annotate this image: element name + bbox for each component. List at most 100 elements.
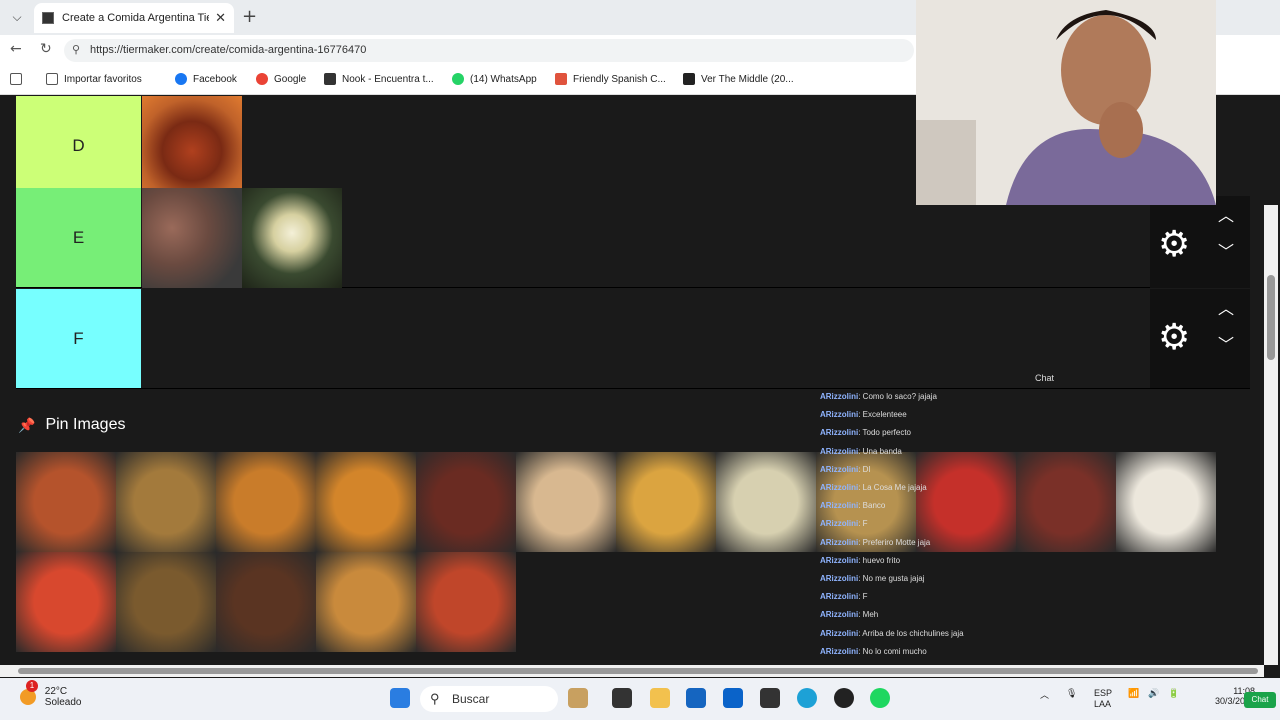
pin-image-fried-chicken[interactable] [216,452,316,552]
pin-image-gnocchi-basil[interactable] [16,552,116,652]
tier-label-f[interactable]: F [16,289,141,388]
chat-message: ARizzolini: F [820,519,868,528]
chat-username: ARizzolini [820,574,859,583]
bookmark-whatsapp[interactable]: (14) WhatsApp [452,73,537,85]
store-icon[interactable] [686,688,706,708]
reading-list-icon[interactable] [10,73,28,85]
tray-chevron-icon[interactable]: ︿ [1040,688,1049,701]
gear-icon[interactable]: ⚙ [1158,317,1190,358]
pin-images-heading: 📌 Pin Images [18,416,126,433]
chat-button[interactable]: Chat [1244,692,1276,708]
chevron-up-icon[interactable]: ︿ [1218,295,1234,319]
wifi-icon[interactable]: 📶 [1128,688,1139,699]
chat-text: : huevo frito [858,555,901,565]
chat-message: ARizzolini: Arriba de los chichulines ja… [820,629,964,638]
bookmark-the-middle[interactable]: Ver The Middle (20... [683,73,794,85]
edge-icon[interactable] [797,688,817,708]
chat-message: ARizzolini: Una banda [820,447,902,456]
search-icon: ⚲ [430,691,440,706]
tier-settings-f: ⚙ ︿ ﹀ [1150,289,1250,388]
chevron-down-icon[interactable]: ﹀ [1218,238,1234,262]
bookmark-nook[interactable]: Nook - Encuentra t... [324,73,434,85]
chat-text: : Una banda [858,446,902,456]
tier-item-grilled-sweetbreads[interactable] [142,188,242,288]
tiermaker-favicon-icon [42,12,54,24]
pin-image-empanadas[interactable] [316,552,416,652]
tier-row-f: F ⚙ ︿ ﹀ [16,289,1250,389]
tab-active[interactable]: Create a Comida Argentina Tier Li ✕ [34,3,234,33]
pin-image-spaghetti[interactable] [116,552,216,652]
tier-label-d[interactable]: D [16,96,141,195]
vertical-scrollbar[interactable] [1264,205,1278,665]
weather-temp: 22°C [44,686,68,697]
address-bar[interactable]: ⚲ https://tiermaker.com/create/comida-ar… [64,39,914,62]
bookmark-google[interactable]: Google [256,73,306,85]
pin-image-pizza-slices[interactable] [16,452,116,552]
pin-image-milanesa-fries[interactable] [116,452,216,552]
reload-icon[interactable]: ↻ [40,41,52,57]
horizontal-scrollbar[interactable] [0,665,1264,677]
webcam-overlay [916,0,1216,205]
microphone-icon[interactable]: 🎙 [1066,688,1077,699]
gear-icon[interactable]: ⚙ [1158,224,1190,265]
chevron-up-icon[interactable]: ︿ [1218,202,1234,226]
close-tab-icon[interactable]: ✕ [215,10,226,26]
chat-text: : F [858,592,868,602]
chat-message: ARizzolini: No lo comi mucho [820,647,927,656]
pin-image-beef-steak[interactable] [216,552,316,652]
pin-image-soup-bowl[interactable] [716,452,816,552]
chat-username: ARizzolini [820,646,859,656]
bookmark-facebook[interactable]: Facebook [175,73,237,85]
scroll-thumb[interactable] [1267,275,1275,360]
tier-label-e[interactable]: E [16,188,141,287]
chat-username: ARizzolini [820,446,859,456]
tier-item-stew[interactable] [142,96,242,196]
chat-overlay: ARizzolini: Como lo saco? jajaja ARizzoli… [818,390,1148,674]
taskbar-search[interactable]: ⚲ Buscar [420,686,558,712]
chat-username: ARizzolini [820,410,859,420]
chat-text: : Banco [858,501,886,511]
pin-image-polenta-cheese[interactable] [616,452,716,552]
new-tab-button[interactable]: + [242,6,257,27]
volume-icon[interactable]: 🔊 [1148,688,1159,699]
pushpin-icon: 📌 [18,416,36,433]
tab-list-button[interactable]: ⌵ [6,7,28,27]
chat-text: : Meh [858,610,879,620]
pin-image-chorizo[interactable] [416,452,516,552]
language-indicator[interactable]: ESP LAA [1094,688,1112,710]
amazon-icon[interactable] [760,688,780,708]
pin-image-gnocchi-sauce[interactable] [516,452,616,552]
chat-username: ARizzolini [820,628,859,638]
windows-start-icon[interactable] [390,688,410,708]
chat-message: ARizzolini: Banco [820,501,885,510]
chat-message: ARizzolini: Dl [820,465,870,474]
scroll-thumb[interactable] [18,668,1258,674]
google-icon [256,73,268,85]
task-view-icon[interactable] [612,688,632,708]
chat-message: ARizzolini: No me gusta jajaj [820,574,924,583]
chevron-down-icon[interactable]: ﹀ [1218,331,1234,355]
chat-message: ARizzolini: F [820,592,868,601]
import-icon [46,73,58,85]
chat-text: : Dl [858,464,871,474]
tier-item-egg-provoleta[interactable] [242,188,342,288]
pin-image-pizza-pepperoni[interactable] [416,552,516,652]
weather-widget[interactable]: 1 22°C Soleado [20,680,81,708]
chat-text: : Preferiro Motte jaja [858,537,931,547]
chat-username: ARizzolini [820,501,859,511]
outlook-icon[interactable] [723,688,743,708]
chat-message: ARizzolini: Como lo saco? jajaja [820,392,937,401]
site-info-icon[interactable]: ⚲ [72,39,80,62]
widget-icon[interactable] [568,688,588,708]
chat-message: ARizzolini: La Cosa Me jajaja [820,483,927,492]
battery-icon[interactable]: 🔋 [1168,688,1179,699]
back-arrow-icon[interactable]: ← [10,41,22,57]
obs-icon[interactable] [834,688,854,708]
chat-text: : No me gusta jajaj [858,574,925,583]
bookmark-friendly-spanish[interactable]: Friendly Spanish C... [555,73,666,85]
spotify-icon[interactable] [870,688,890,708]
chat-text: : Como lo saco? jajaja [858,392,937,401]
pin-image-pasta-bowl[interactable] [316,452,416,552]
file-explorer-icon[interactable] [650,688,670,708]
bookmark-import[interactable]: Importar favoritos [46,73,142,85]
